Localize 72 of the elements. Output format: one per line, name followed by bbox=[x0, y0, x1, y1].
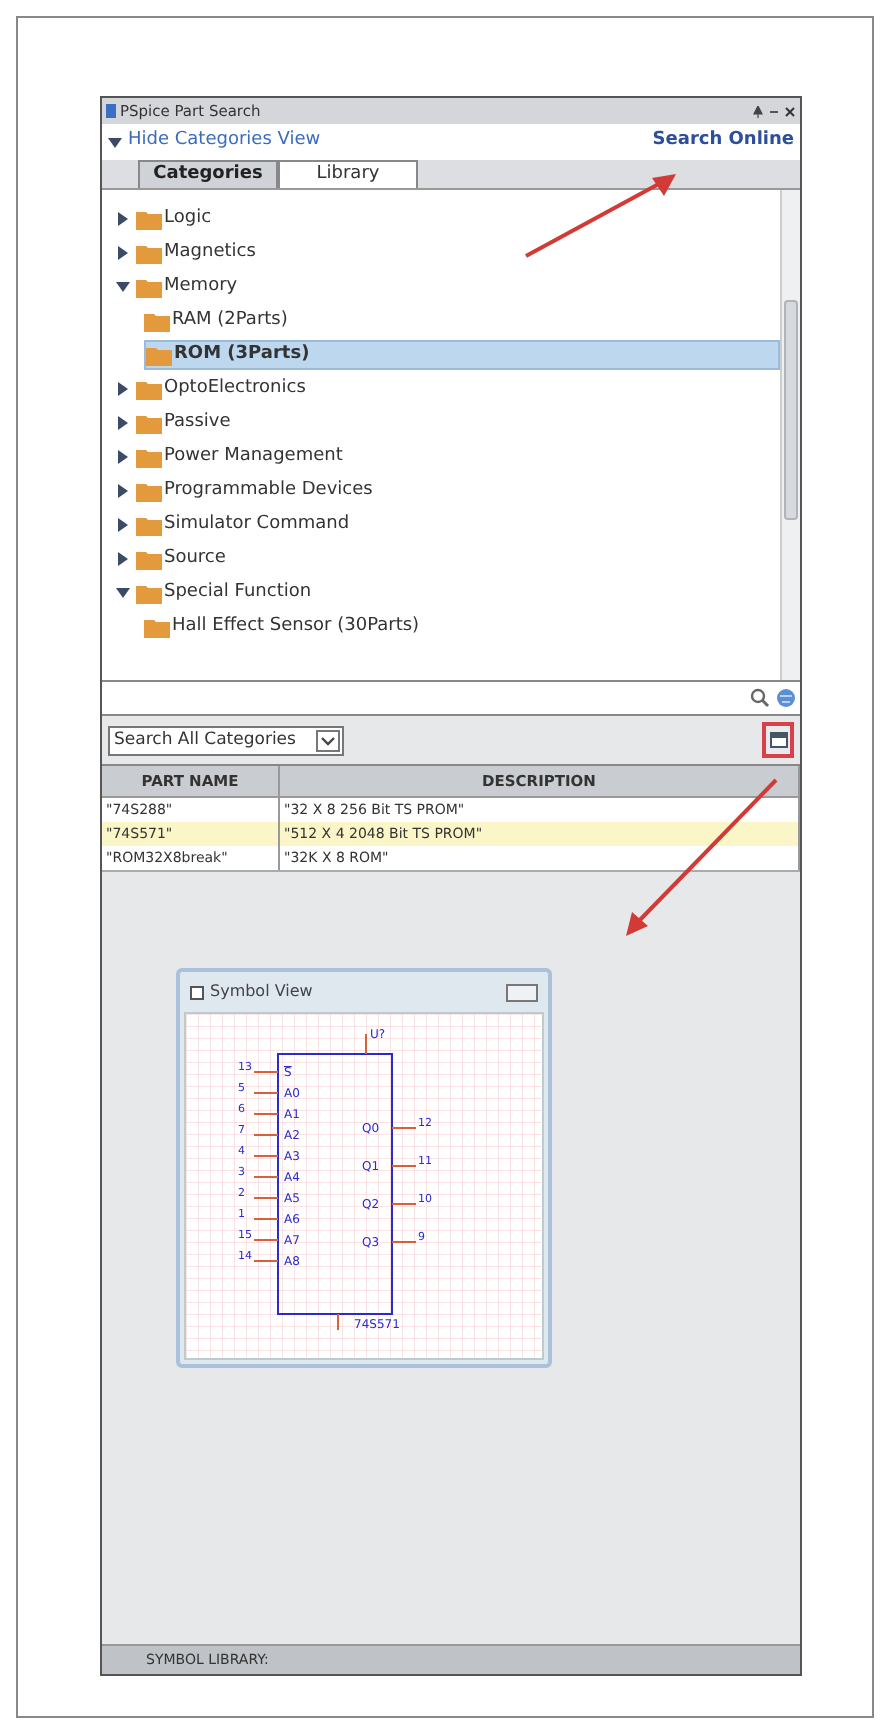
folder-icon bbox=[136, 209, 162, 229]
folder-icon bbox=[144, 617, 170, 637]
collapsed-arrow-icon[interactable] bbox=[115, 212, 129, 226]
pin-line bbox=[253, 1260, 279, 1262]
window-title: Symbol View bbox=[210, 980, 313, 1004]
chevron-down-icon bbox=[316, 729, 340, 751]
folder-icon bbox=[136, 243, 162, 263]
pin-line bbox=[391, 1203, 417, 1205]
tree-item[interactable]: Power Management bbox=[136, 442, 351, 472]
tree-item[interactable]: Hall Effect Sensor (30Parts) bbox=[144, 612, 428, 642]
folder-icon bbox=[136, 515, 162, 535]
folder-icon bbox=[136, 413, 162, 433]
close-icon[interactable] bbox=[784, 105, 796, 117]
search-online-link[interactable]: Search Online bbox=[652, 128, 794, 156]
tree-item[interactable]: Source bbox=[136, 544, 234, 574]
hide-categories-toggle[interactable]: Hide Categories View bbox=[108, 128, 321, 156]
scrollbar[interactable] bbox=[780, 190, 800, 680]
scrollbar-thumb[interactable] bbox=[784, 300, 798, 520]
tree-item[interactable]: Programmable Devices bbox=[136, 476, 381, 506]
collapsed-arrow-icon[interactable] bbox=[115, 484, 129, 498]
folder-icon bbox=[136, 379, 162, 399]
pin-line bbox=[253, 1134, 279, 1136]
folder-icon bbox=[136, 583, 162, 603]
tree-item[interactable]: Passive bbox=[136, 408, 239, 438]
pin-line bbox=[253, 1071, 279, 1073]
search-icon[interactable] bbox=[750, 688, 770, 708]
collapsed-arrow-icon[interactable] bbox=[115, 450, 129, 464]
pin-line bbox=[253, 1197, 279, 1199]
collapsed-arrow-icon[interactable] bbox=[115, 382, 129, 396]
collapsed-arrow-icon[interactable] bbox=[115, 246, 129, 260]
tree-item[interactable]: Logic bbox=[136, 204, 220, 234]
minimize-icon[interactable] bbox=[768, 105, 780, 117]
symbol-view-button[interactable] bbox=[762, 722, 794, 758]
category-dropdown[interactable]: Search All Categories bbox=[108, 725, 344, 755]
folder-icon bbox=[144, 311, 170, 331]
tree-item[interactable]: ROM (3Parts) bbox=[144, 340, 780, 370]
expanded-arrow-icon[interactable] bbox=[115, 280, 129, 294]
collapsed-arrow-icon[interactable] bbox=[115, 416, 129, 430]
pin-line bbox=[253, 1176, 279, 1178]
pin-line bbox=[365, 1033, 367, 1055]
pin-line bbox=[253, 1218, 279, 1220]
expanded-arrow-icon[interactable] bbox=[115, 586, 129, 600]
tree-item[interactable]: Special Function bbox=[136, 578, 320, 608]
folder-icon bbox=[136, 549, 162, 569]
window-icon bbox=[190, 985, 204, 999]
pin-line bbox=[391, 1165, 417, 1167]
folder-icon bbox=[146, 345, 172, 365]
pin-line bbox=[253, 1113, 279, 1115]
maximize-button[interactable] bbox=[506, 983, 538, 1001]
globe-icon[interactable] bbox=[776, 688, 796, 708]
pin-line bbox=[391, 1241, 417, 1243]
tree-item[interactable]: Memory bbox=[136, 272, 246, 302]
tree-item[interactable]: Magnetics bbox=[136, 238, 264, 268]
pin-icon[interactable] bbox=[752, 105, 764, 117]
tab[interactable]: Library bbox=[278, 160, 418, 188]
tab[interactable]: Categories bbox=[138, 160, 278, 188]
window-icon bbox=[769, 732, 787, 748]
tree-item[interactable]: Simulator Command bbox=[136, 510, 358, 540]
collapsed-arrow-icon[interactable] bbox=[115, 518, 129, 532]
collapsed-arrow-icon[interactable] bbox=[115, 552, 129, 566]
tree-item[interactable]: RAM (2Parts) bbox=[144, 306, 296, 336]
expanded-arrow-icon[interactable] bbox=[108, 135, 122, 149]
folder-icon bbox=[136, 481, 162, 501]
folder-icon bbox=[136, 277, 162, 297]
pin-line bbox=[337, 1313, 339, 1331]
pin-line bbox=[253, 1092, 279, 1094]
folder-icon bbox=[136, 447, 162, 467]
tree-item[interactable]: OptoElectronics bbox=[136, 374, 314, 404]
app-icon bbox=[106, 104, 116, 118]
pin-line bbox=[253, 1239, 279, 1241]
pin-line bbox=[391, 1127, 417, 1129]
pin-line bbox=[253, 1155, 279, 1157]
